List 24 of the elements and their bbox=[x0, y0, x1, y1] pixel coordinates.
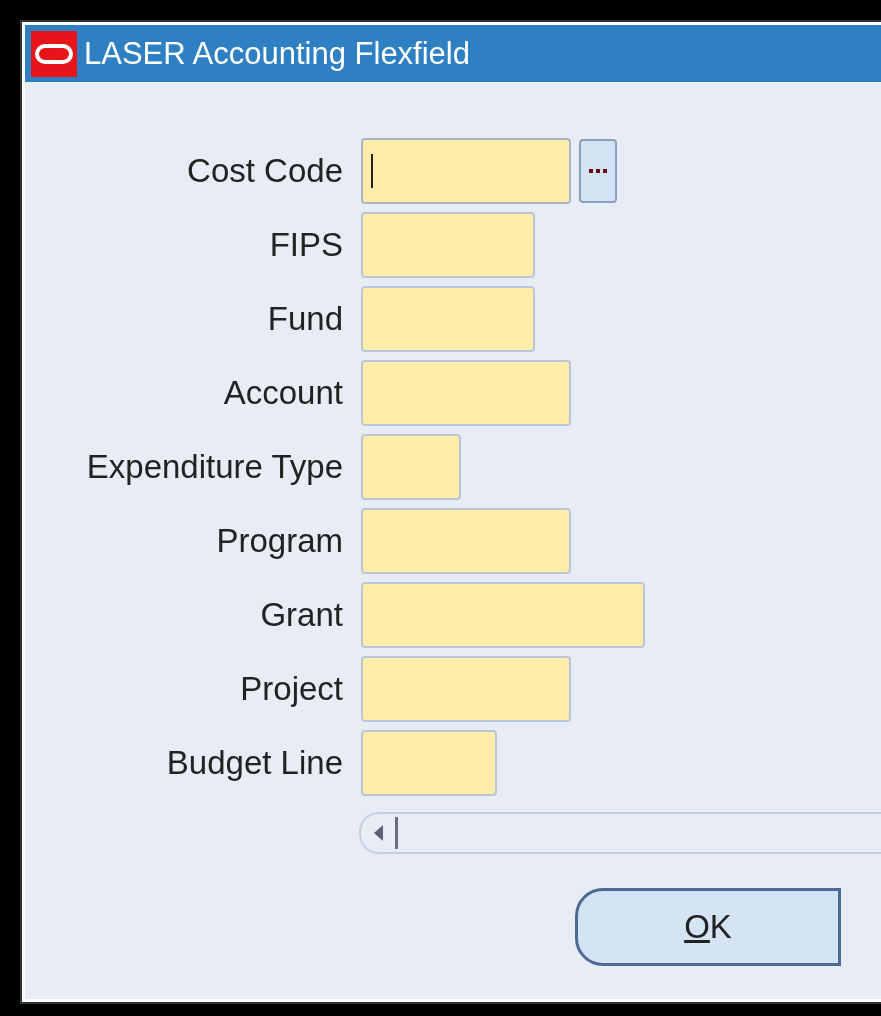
input-field[interactable] bbox=[361, 212, 535, 278]
window-title: LASER Accounting Flexfield bbox=[84, 35, 470, 72]
field-label: Project bbox=[239, 670, 343, 708]
field-label: FIPS bbox=[268, 226, 343, 264]
list-of-values-button[interactable] bbox=[579, 139, 617, 203]
ellipsis-icon bbox=[588, 168, 608, 174]
field-label: Budget Line bbox=[165, 744, 343, 782]
input-field[interactable] bbox=[361, 286, 535, 352]
input-field[interactable] bbox=[361, 730, 497, 796]
field-label: Program bbox=[215, 522, 343, 560]
oval-logo-icon bbox=[31, 30, 77, 77]
field-label: Expenditure Type bbox=[85, 448, 343, 486]
input-field[interactable] bbox=[361, 138, 571, 204]
field-label: Account bbox=[222, 374, 343, 412]
input-field[interactable] bbox=[361, 656, 571, 722]
input-field[interactable] bbox=[361, 508, 571, 574]
field-label: Fund bbox=[266, 300, 343, 338]
field-label: Cost Code bbox=[186, 152, 343, 190]
input-field[interactable] bbox=[361, 582, 645, 648]
field-label: Grant bbox=[259, 596, 343, 634]
ok-button[interactable]: OK bbox=[575, 887, 841, 966]
input-field[interactable] bbox=[361, 434, 461, 500]
horizontal-scrollbar[interactable] bbox=[359, 812, 881, 854]
input-field[interactable] bbox=[361, 360, 571, 426]
